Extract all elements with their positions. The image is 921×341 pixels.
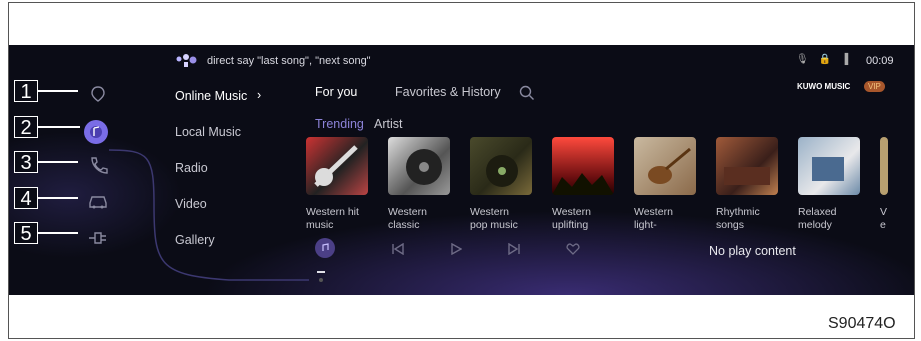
- navigation-icon[interactable]: [87, 85, 109, 103]
- card-label: Western classic: [388, 206, 427, 231]
- menu-gallery[interactable]: Gallery: [175, 233, 215, 247]
- card-label: Rhythmic songs: [716, 206, 760, 231]
- music-icon[interactable]: [79, 115, 113, 149]
- signal-icon: ▐: [841, 54, 849, 65]
- phone-icon[interactable]: [87, 156, 109, 174]
- callout-3: 3: [14, 151, 38, 174]
- voice-assistant-icon[interactable]: [175, 54, 201, 68]
- heart-icon[interactable]: [566, 243, 580, 255]
- callout-leader: [38, 232, 78, 234]
- car-icon[interactable]: [87, 192, 109, 210]
- card-thumbnail[interactable]: [388, 137, 450, 195]
- callout-leader: [38, 197, 78, 199]
- card-thumbnail[interactable]: [470, 137, 532, 195]
- callout-leader: [38, 90, 78, 92]
- card-label: Western light-: [634, 206, 673, 231]
- voice-hint: direct say "last song", "next song": [207, 55, 371, 67]
- card-thumbnail[interactable]: [306, 137, 368, 195]
- menu-online-music[interactable]: Online Music: [175, 89, 247, 103]
- tab-favorites-history[interactable]: Favorites & History: [395, 85, 501, 99]
- menu-video[interactable]: Video: [175, 197, 207, 211]
- status-bar: direct say "last song", "next song" 🎙 🔒 …: [9, 51, 914, 73]
- card-thumbnail[interactable]: [880, 137, 888, 195]
- kuwo-music-logo: KUWO MUSIC: [797, 82, 851, 91]
- previous-icon[interactable]: [391, 243, 405, 255]
- clock: 00:09: [866, 55, 894, 67]
- callout-1: 1: [14, 80, 38, 103]
- card-label: Western pop music: [470, 206, 518, 231]
- card-thumbnail[interactable]: [634, 137, 696, 195]
- menu-local-music[interactable]: Local Music: [175, 125, 241, 139]
- next-icon[interactable]: [507, 243, 521, 255]
- card-label: Western uplifting: [552, 206, 591, 231]
- callout-5: 5: [14, 222, 38, 245]
- subtab-trending[interactable]: Trending: [315, 117, 364, 131]
- callout-4: 4: [14, 187, 38, 210]
- card-thumbnail[interactable]: [716, 137, 778, 195]
- page-indicator-dot: [319, 278, 323, 282]
- infotainment-screen: direct say "last song", "next song" 🎙 🔒 …: [9, 45, 914, 295]
- lock-icon: 🔒: [818, 54, 832, 65]
- chevron-right-icon: ›: [257, 88, 262, 102]
- callout-leader: [38, 161, 78, 163]
- vip-badge[interactable]: VIP: [864, 81, 885, 92]
- card-thumbnail[interactable]: [552, 137, 614, 195]
- microphone-icon: 🎙: [796, 54, 809, 65]
- play-icon[interactable]: [450, 243, 462, 255]
- music-note-icon: [322, 243, 329, 251]
- card-label: Ve: [880, 206, 888, 231]
- tab-for-you[interactable]: For you: [315, 85, 357, 99]
- card-label: Relaxed melody: [798, 206, 837, 231]
- page-indicator-active: [317, 271, 325, 273]
- menu-radio[interactable]: Radio: [175, 161, 208, 175]
- card-label: Western hit music: [306, 206, 359, 231]
- search-icon[interactable]: [519, 85, 535, 101]
- callout-2: 2: [14, 116, 38, 139]
- card-thumbnail[interactable]: [798, 137, 860, 195]
- plug-icon[interactable]: [87, 229, 109, 247]
- sidebar-curve: [109, 149, 309, 281]
- figure-code: S90474O: [828, 315, 896, 332]
- player-status: No play content: [709, 244, 796, 258]
- callout-leader: [38, 126, 80, 128]
- subtab-artist[interactable]: Artist: [374, 117, 402, 131]
